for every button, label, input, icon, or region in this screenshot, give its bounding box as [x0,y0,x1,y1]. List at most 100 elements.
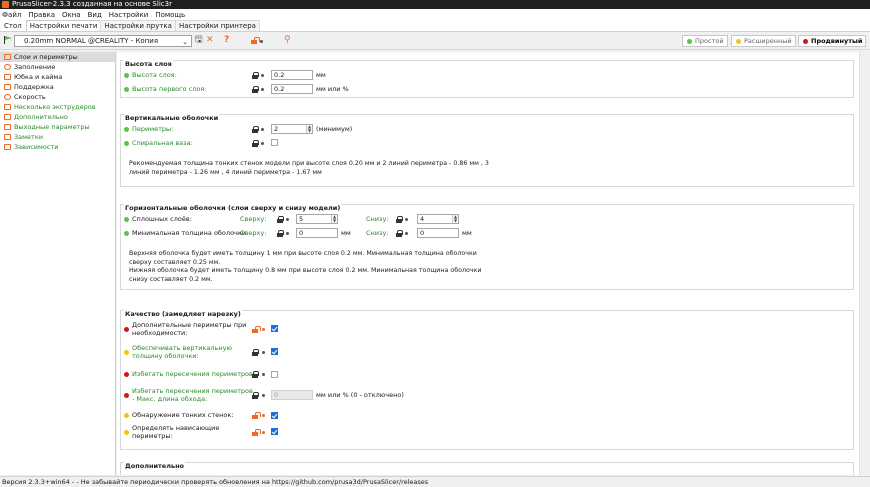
sidebar-item-advanced[interactable]: Дополнительно [0,112,115,122]
bullet-icon[interactable] [261,88,264,91]
extra-perimeters-checkbox[interactable] [271,325,278,332]
tab-print-settings[interactable]: Настройки печати [25,20,102,31]
lock-icon[interactable] [252,140,259,147]
modified-bullet-icon[interactable] [262,328,265,331]
bullet-icon[interactable] [405,218,408,221]
output-icon [4,124,11,130]
first-layer-height-input[interactable]: 0.2 [271,84,313,94]
spin-arrows-icon[interactable]: ▲ ▼ [331,215,337,223]
top-min-thickness-input[interactable]: 0 [296,228,338,238]
lock-icon[interactable] [252,86,259,93]
preset-toolbar: 0.20mm NORMAL @CREALITY - Копия ⌄ 🖫 ✕ ? … [0,32,870,50]
spiral-vase-checkbox[interactable] [271,139,278,146]
sidebar-item-skirt-brim[interactable]: Юбка и кайма [0,72,115,82]
vertical-scrollbar[interactable] [859,52,870,475]
bullet-icon[interactable] [261,128,264,131]
bottom-min-thickness-input[interactable]: 0 [417,228,459,238]
lock-icon[interactable] [252,371,259,378]
lock-icon[interactable] [252,72,259,79]
menu-bar: Файл Правка Окна Вид Настройки Помощь [0,9,870,20]
perimeters-label: Периметры: [132,125,174,133]
bottom-solid-layers-spinner[interactable]: 4 ▲ ▼ [417,214,459,224]
status-bar: Версия 2.3.3+win64 - - Не забывайте пери… [0,476,870,487]
sidebar-item-output-options[interactable]: Выходные параметры [0,122,115,132]
lock-icon[interactable] [252,126,259,133]
min-shell-thickness-label: Минимальная толщина оболочки: [132,229,249,237]
sidebar-item-dependencies[interactable]: Зависимости [0,142,115,152]
unit-label: мм [462,229,472,237]
green-flag-icon [4,36,12,44]
tab-filament-settings[interactable]: Настройки прутка [100,20,176,31]
settings-category-list: Слои и периметры Заполнение Юбка и кайма… [0,52,116,475]
lock-icon[interactable] [252,392,259,399]
sidebar-item-multiple-extruders[interactable]: Несколько экструдеров [0,102,115,112]
layer-height-label: Высота слоя: [132,71,177,79]
search-icon[interactable]: ⚲ [284,35,291,46]
sidebar-item-layers-perimeters[interactable]: Слои и периметры [0,52,115,62]
bullet-icon[interactable] [261,142,264,145]
menu-view[interactable]: Вид [88,11,102,19]
layer-height-input[interactable]: 0.2 [271,70,313,80]
unit-label: мм [341,229,351,237]
avoid-crossing-checkbox[interactable] [271,371,278,378]
menu-settings[interactable]: Настройки [109,11,149,19]
perimeters-spinner[interactable]: 2 ▲ ▼ [271,124,313,134]
lock-icon[interactable] [277,230,284,237]
unlocked-icon[interactable] [252,429,261,436]
menu-help[interactable]: Помощь [155,11,185,19]
modified-bullet-icon[interactable] [262,431,265,434]
bullet-icon[interactable] [286,218,289,221]
menu-edit[interactable]: Правка [28,11,55,19]
mode-simple-button[interactable]: Простой [682,35,728,47]
avoid-crossing-max-detour-label: Избегать пересечения периметров - Макс. … [132,387,253,403]
sidebar-item-speed[interactable]: Скорость [0,92,115,102]
sidebar-item-notes[interactable]: Заметки [0,132,115,142]
unlocked-icon[interactable] [252,412,261,419]
max-detour-input[interactable]: 0 [271,390,313,400]
ensure-vertical-shell-checkbox[interactable] [271,348,278,355]
modified-bullet-icon[interactable] [262,414,265,417]
unit-label: (минимум) [316,125,353,133]
bullet-icon[interactable] [262,351,265,354]
bullet-icon[interactable] [261,74,264,77]
help-icon[interactable]: ? [224,35,229,46]
mode-advanced-button[interactable]: Расширенный [731,35,796,47]
overhangs-label: Определять нависающие периметры: [132,424,220,440]
first-layer-height-label: Высота первого слоя: [132,85,207,93]
tab-plater[interactable]: Стол [0,20,26,31]
unit-label: мм или % (0 - отключено) [316,391,404,399]
yellow-dot-icon [736,39,741,44]
menu-windows[interactable]: Окна [62,11,81,19]
bullet-icon[interactable] [286,232,289,235]
spin-arrows-icon[interactable]: ▲ ▼ [306,125,312,133]
green-dot-icon [124,87,129,92]
unit-label: мм [316,71,326,79]
top-label: Сверху: [240,229,267,237]
sidebar-item-infill[interactable]: Заполнение [0,62,115,72]
preset-dropdown[interactable]: 0.20mm NORMAL @CREALITY - Копия ⌄ [14,35,192,47]
lock-icon[interactable] [252,349,259,356]
sidebar-item-support[interactable]: Поддержка [0,82,115,92]
unlocked-icon[interactable] [251,37,260,44]
lock-icon[interactable] [277,216,284,223]
bullet-icon[interactable] [405,232,408,235]
mode-expert-button[interactable]: Продвинутый [798,35,867,47]
menu-file[interactable]: Файл [2,11,21,19]
speed-icon [4,94,11,100]
bullet-icon[interactable] [262,394,265,397]
bullet-icon[interactable] [262,373,265,376]
delete-icon[interactable]: ✕ [206,35,214,46]
extra-perimeters-label: Дополнительные периметры при необходимос… [132,321,247,337]
thin-walls-checkbox[interactable] [271,412,278,419]
overhangs-checkbox[interactable] [271,428,278,435]
spin-arrows-icon[interactable]: ▲ ▼ [452,215,458,223]
save-icon[interactable]: 🖫 [195,35,203,46]
min-shell-thickness-row: Минимальная толщина оболочки: Сверху: 0 … [121,228,853,240]
top-solid-layers-spinner[interactable]: 5 ▲ ▼ [296,214,338,224]
lock-icon[interactable] [396,230,403,237]
tab-printer-settings[interactable]: Настройки принтера [174,20,260,31]
bullet-icon[interactable] [260,40,263,43]
unlocked-icon[interactable] [252,326,261,333]
notes-icon [4,134,11,140]
lock-icon[interactable] [396,216,403,223]
